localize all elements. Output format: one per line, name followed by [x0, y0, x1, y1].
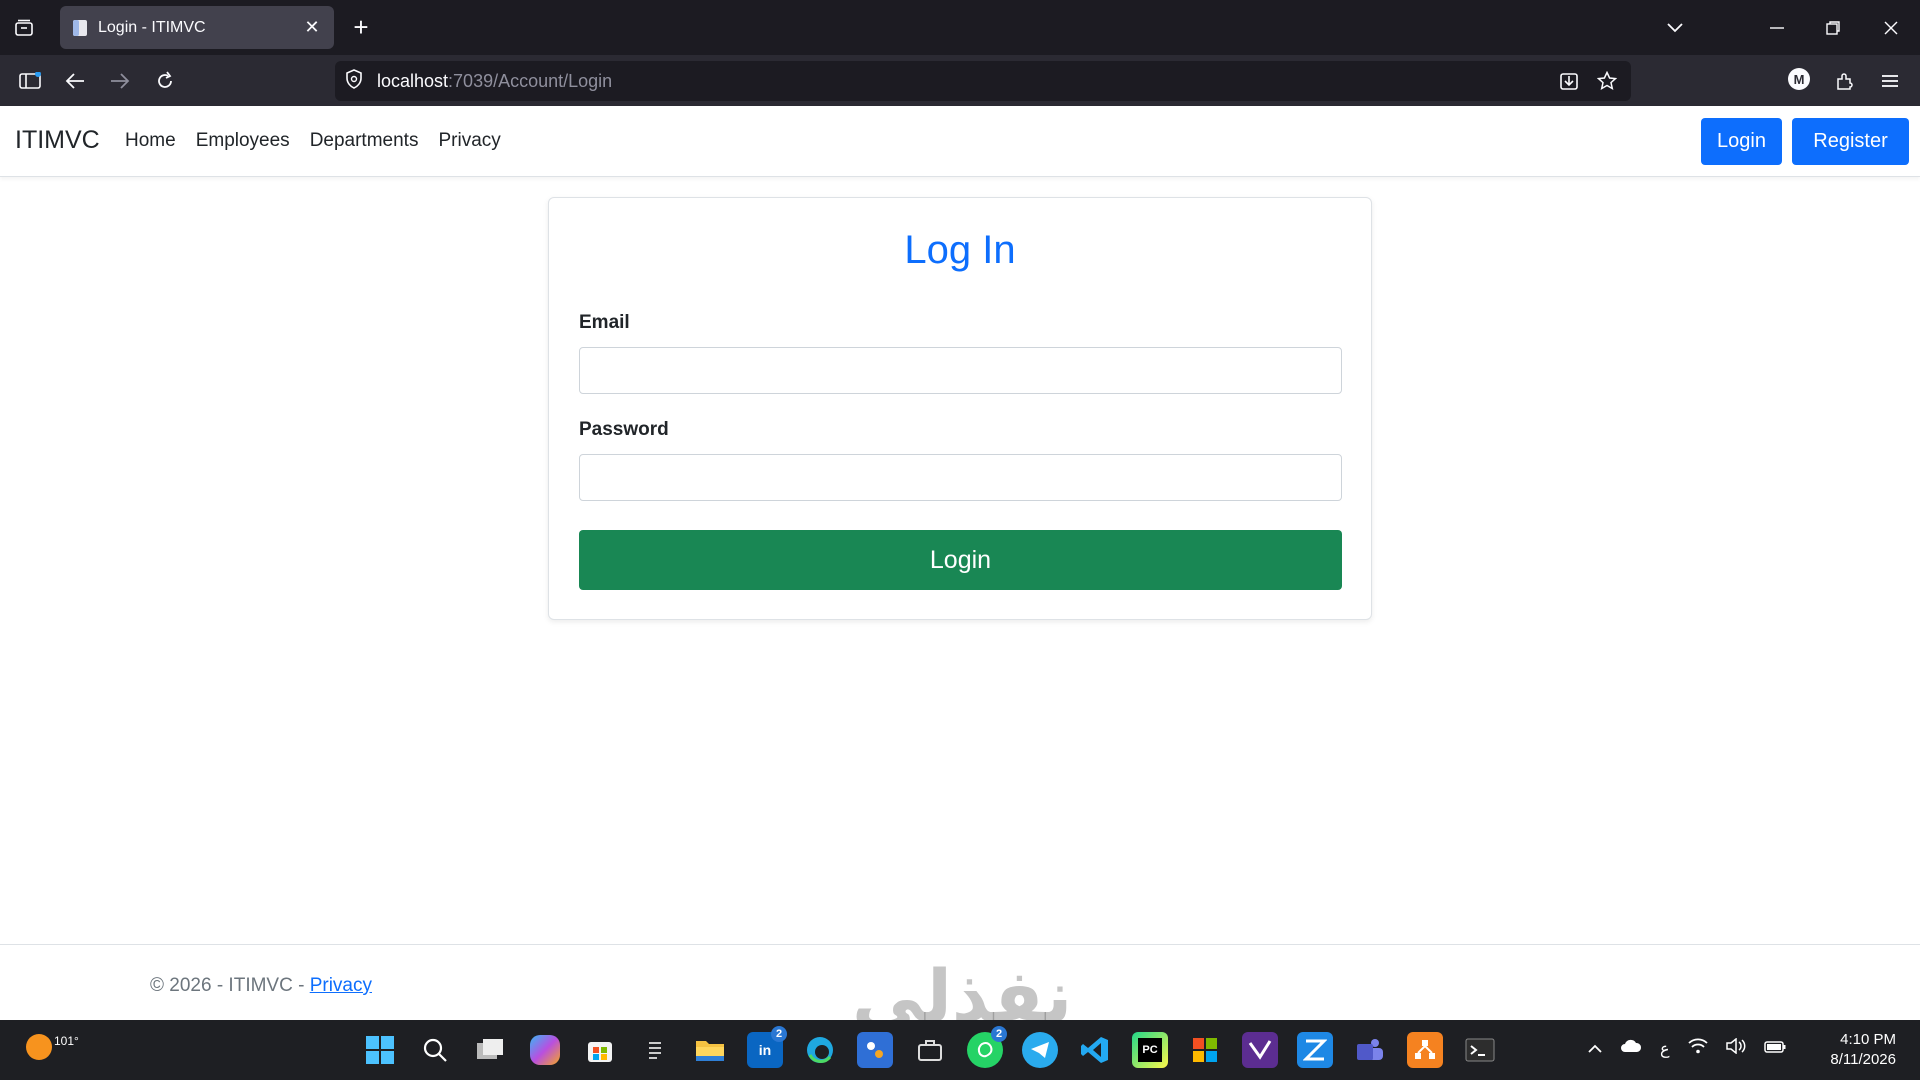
copilot-icon[interactable]: [530, 1035, 560, 1065]
browser-tab-active[interactable]: Login - ITIMVC ✕: [60, 6, 334, 49]
new-tab-icon[interactable]: +: [345, 14, 377, 42]
close-window-icon[interactable]: [1876, 12, 1906, 44]
url-path: :7039/Account/Login: [448, 70, 613, 91]
linkedin-icon[interactable]: in 2: [747, 1026, 787, 1068]
url-actions: [1555, 67, 1621, 95]
taskbar-clock[interactable]: 4:10 PM 8/11/2026: [1830, 1030, 1896, 1070]
site-navbar: ITIMVC Home Employees Departments Privac…: [0, 106, 1920, 177]
footer-privacy-link[interactable]: Privacy: [310, 975, 372, 996]
login-submit-button[interactable]: Login: [579, 530, 1342, 590]
shield-icon[interactable]: [345, 68, 363, 94]
nav-links: Home Employees Departments Privacy: [125, 130, 501, 152]
teams-icon[interactable]: [1352, 1032, 1388, 1068]
page-title: Log In: [904, 228, 1016, 272]
clock-time: 4:10 PM: [1840, 1031, 1896, 1048]
weather-temperature: 101°: [54, 1034, 79, 1048]
footer-copyright: © 2026 - ITIMVC -: [150, 975, 310, 996]
linkedin-badge: 2: [771, 1026, 787, 1042]
extensions-icon[interactable]: [1828, 64, 1862, 98]
chevron-down-icon[interactable]: [1660, 12, 1690, 44]
password-field[interactable]: [579, 454, 1342, 501]
store-icon[interactable]: [582, 1032, 618, 1068]
clock-date: 8/11/2026: [1830, 1051, 1896, 1068]
volume-icon[interactable]: [1725, 1037, 1746, 1059]
url-host: localhost: [377, 70, 449, 91]
login-card: Log In Email Password Login: [548, 197, 1372, 620]
notepad-icon[interactable]: [637, 1032, 673, 1068]
nav-link-departments[interactable]: Departments: [310, 130, 419, 152]
email-label: Email: [579, 312, 630, 333]
email-field[interactable]: [579, 347, 1342, 394]
site-footer: © 2026 - ITIMVC - Privacy: [0, 944, 1920, 1021]
file-explorer-icon[interactable]: [692, 1032, 728, 1068]
nav-register-button[interactable]: Register: [1792, 118, 1909, 165]
battery-icon[interactable]: [1763, 1040, 1786, 1058]
nav-link-employees[interactable]: Employees: [196, 130, 290, 152]
edge-icon[interactable]: [802, 1032, 838, 1068]
terminal-icon[interactable]: [1462, 1032, 1498, 1068]
tab-title: Login - ITIMVC: [98, 18, 206, 36]
task-view-icon[interactable]: [472, 1032, 508, 1068]
nav-link-privacy[interactable]: Privacy: [438, 130, 500, 152]
tab-list-icon[interactable]: [10, 14, 38, 42]
onedrive-cloud-icon[interactable]: [1620, 1039, 1642, 1058]
restore-icon[interactable]: [1818, 12, 1848, 44]
menu-icon[interactable]: [1873, 64, 1907, 98]
visual-studio-icon[interactable]: [1242, 1032, 1278, 1068]
system-tray: ع: [1588, 1037, 1786, 1059]
weather-sun-icon: [26, 1034, 52, 1060]
windows-start-icon[interactable]: [362, 1032, 398, 1068]
telegram-icon[interactable]: [1022, 1032, 1058, 1068]
url-bar[interactable]: localhost:7039/Account/Login: [335, 61, 1631, 101]
whatsapp-badge: 2: [991, 1026, 1007, 1042]
password-label: Password: [579, 419, 669, 440]
minimize-icon[interactable]: [1762, 12, 1792, 44]
browser-toolbar: localhost:7039/Account/Login M: [0, 55, 1920, 106]
save-page-icon[interactable]: [1555, 67, 1583, 95]
tray-chevron-up-icon[interactable]: [1588, 1040, 1602, 1058]
site-brand[interactable]: ITIMVC: [15, 126, 100, 155]
pycharm-icon[interactable]: PC: [1132, 1032, 1168, 1068]
back-arrow-icon[interactable]: [58, 64, 92, 98]
wifi-icon[interactable]: [1687, 1038, 1708, 1059]
search-icon[interactable]: [417, 1032, 453, 1068]
profile-avatar[interactable]: M: [1788, 68, 1810, 90]
forward-arrow-icon[interactable]: [103, 64, 137, 98]
nav-link-home[interactable]: Home: [125, 130, 176, 152]
whatsapp-icon[interactable]: 2: [967, 1026, 1007, 1068]
nav-auth-buttons: Login Register: [1701, 118, 1909, 165]
vscode-icon[interactable]: [1077, 1032, 1113, 1068]
document-icon: [70, 18, 90, 38]
footer-text: © 2026 - ITIMVC - Privacy: [150, 975, 372, 997]
browser-tab-bar: Login - ITIMVC ✕ +: [0, 0, 1920, 55]
briefcase-icon[interactable]: [912, 1032, 948, 1068]
taskbar: 101° in 2 2 PC ع 4:10 PM 8/11/2026: [0, 1020, 1920, 1080]
url-text: localhost:7039/Account/Login: [377, 71, 612, 92]
nav-login-button[interactable]: Login: [1701, 118, 1782, 165]
language-indicator[interactable]: ع: [1660, 1039, 1670, 1059]
weather-widget[interactable]: 101°: [26, 1034, 79, 1060]
reload-icon[interactable]: [148, 64, 182, 98]
drawio-icon[interactable]: [1407, 1032, 1443, 1068]
sidebar-icon[interactable]: [13, 64, 47, 98]
bookmark-star-icon[interactable]: [1593, 67, 1621, 95]
office-tiles-icon[interactable]: [1187, 1032, 1223, 1068]
close-tab-icon[interactable]: ✕: [300, 16, 324, 40]
taskbar-apps: in 2 2 PC: [362, 1026, 1498, 1068]
azure-data-studio-icon[interactable]: [1297, 1032, 1333, 1068]
collaboration-app-icon[interactable]: [857, 1032, 893, 1068]
